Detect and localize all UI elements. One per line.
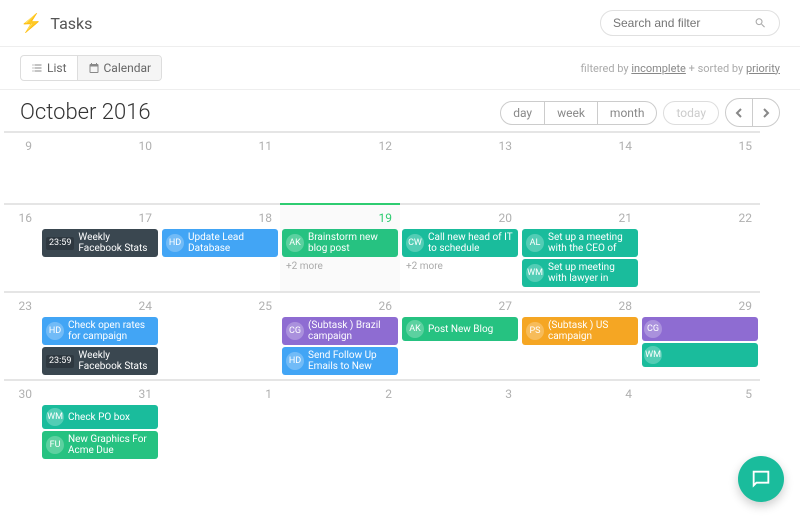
day-cell[interactable]: 28 PS(Subtask ) US campaign: [520, 291, 640, 379]
chevron-left-icon: [734, 108, 744, 118]
prev-button[interactable]: [726, 99, 752, 126]
today-button[interactable]: today: [663, 101, 719, 125]
day-cell[interactable]: 20 CWCall new head of IT to schedule +2 …: [400, 203, 520, 291]
chat-icon: [750, 468, 772, 490]
event[interactable]: AKBrainstorm new blog post: [282, 229, 398, 257]
chevron-right-icon: [761, 108, 771, 118]
event[interactable]: CWCall new head of IT to schedule: [402, 229, 518, 257]
day-cell[interactable]: 16: [4, 203, 40, 291]
view-calendar-label: Calendar: [104, 61, 152, 75]
view-list-label: List: [47, 61, 67, 75]
event[interactable]: 23:59Weekly Facebook Stats: [42, 347, 158, 375]
day-cell[interactable]: 25: [160, 291, 280, 379]
day-cell[interactable]: 17 23:59Weekly Facebook Stats: [40, 203, 160, 291]
page-title: Tasks: [50, 14, 92, 33]
list-icon: [31, 62, 43, 74]
event[interactable]: PS(Subtask ) US campaign: [522, 317, 638, 345]
day-cell[interactable]: 3: [400, 379, 520, 463]
chat-fab[interactable]: [738, 456, 784, 502]
calendar-title: October 2016: [20, 100, 151, 125]
day-cell[interactable]: 27 AKPost New Blog: [400, 291, 520, 379]
event[interactable]: HDUpdate Lead Database: [162, 229, 278, 257]
day-cell[interactable]: 10: [40, 131, 160, 203]
filter-link[interactable]: incomplete: [631, 62, 686, 75]
day-cell[interactable]: 12: [280, 131, 400, 203]
day-cell[interactable]: 4: [520, 379, 640, 463]
day-cell[interactable]: 24 HDCheck open rates for campaign 23:59…: [40, 291, 160, 379]
filter-summary: filtered by incomplete + sorted by prior…: [581, 62, 780, 75]
range-week[interactable]: week: [545, 102, 597, 124]
day-cell[interactable]: 22: [640, 203, 760, 291]
view-list[interactable]: List: [21, 56, 77, 80]
sort-link[interactable]: priority: [746, 62, 780, 75]
day-cell[interactable]: 31 WMCheck PO box FUNew Graphics For Acm…: [40, 379, 160, 463]
event[interactable]: 23:59Weekly Facebook Stats: [42, 229, 158, 257]
day-cell-today[interactable]: 19 AKBrainstorm new blog post +2 more: [280, 203, 400, 291]
day-cell[interactable]: 26 CG(Subtask ) Brazil campaign HDSend F…: [280, 291, 400, 379]
event[interactable]: WMSet up meeting with lawyer in: [522, 259, 638, 287]
range-day[interactable]: day: [501, 102, 544, 124]
day-cell[interactable]: 13: [400, 131, 520, 203]
calendar-icon: [88, 62, 100, 74]
search-input[interactable]: [613, 16, 754, 30]
event[interactable]: WM: [642, 343, 758, 367]
day-cell[interactable]: 18 HDUpdate Lead Database: [160, 203, 280, 291]
event[interactable]: CG: [642, 317, 758, 341]
event[interactable]: HDCheck open rates for campaign: [42, 317, 158, 345]
event[interactable]: CG(Subtask ) Brazil campaign: [282, 317, 398, 345]
day-cell[interactable]: 23: [4, 291, 40, 379]
day-cell[interactable]: 11: [160, 131, 280, 203]
day-cell[interactable]: 29 CG WM: [640, 291, 760, 379]
event[interactable]: HDSend Follow Up Emails to New: [282, 347, 398, 375]
range-selector: day week month: [500, 101, 657, 125]
more-link[interactable]: +2 more: [402, 259, 518, 274]
event[interactable]: WMCheck PO box: [42, 405, 158, 429]
search-box[interactable]: [600, 10, 780, 36]
day-cell[interactable]: 9: [4, 131, 40, 203]
day-cell[interactable]: 5: [640, 379, 760, 463]
range-month[interactable]: month: [598, 102, 657, 124]
bolt-icon: ⚡: [20, 13, 42, 34]
day-cell[interactable]: 15: [640, 131, 760, 203]
event[interactable]: ALSet up a meeting with the CEO of: [522, 229, 638, 257]
day-cell[interactable]: 1: [160, 379, 280, 463]
event[interactable]: AKPost New Blog: [402, 317, 518, 341]
next-button[interactable]: [753, 99, 779, 126]
search-icon: [754, 16, 767, 30]
day-cell[interactable]: 14: [520, 131, 640, 203]
event[interactable]: FUNew Graphics For Acme Due: [42, 431, 158, 459]
day-cell[interactable]: 2: [280, 379, 400, 463]
day-cell[interactable]: 30: [4, 379, 40, 463]
view-calendar[interactable]: Calendar: [78, 56, 162, 80]
more-link[interactable]: +2 more: [282, 259, 398, 274]
day-cell[interactable]: 21 ALSet up a meeting with the CEO of WM…: [520, 203, 640, 291]
